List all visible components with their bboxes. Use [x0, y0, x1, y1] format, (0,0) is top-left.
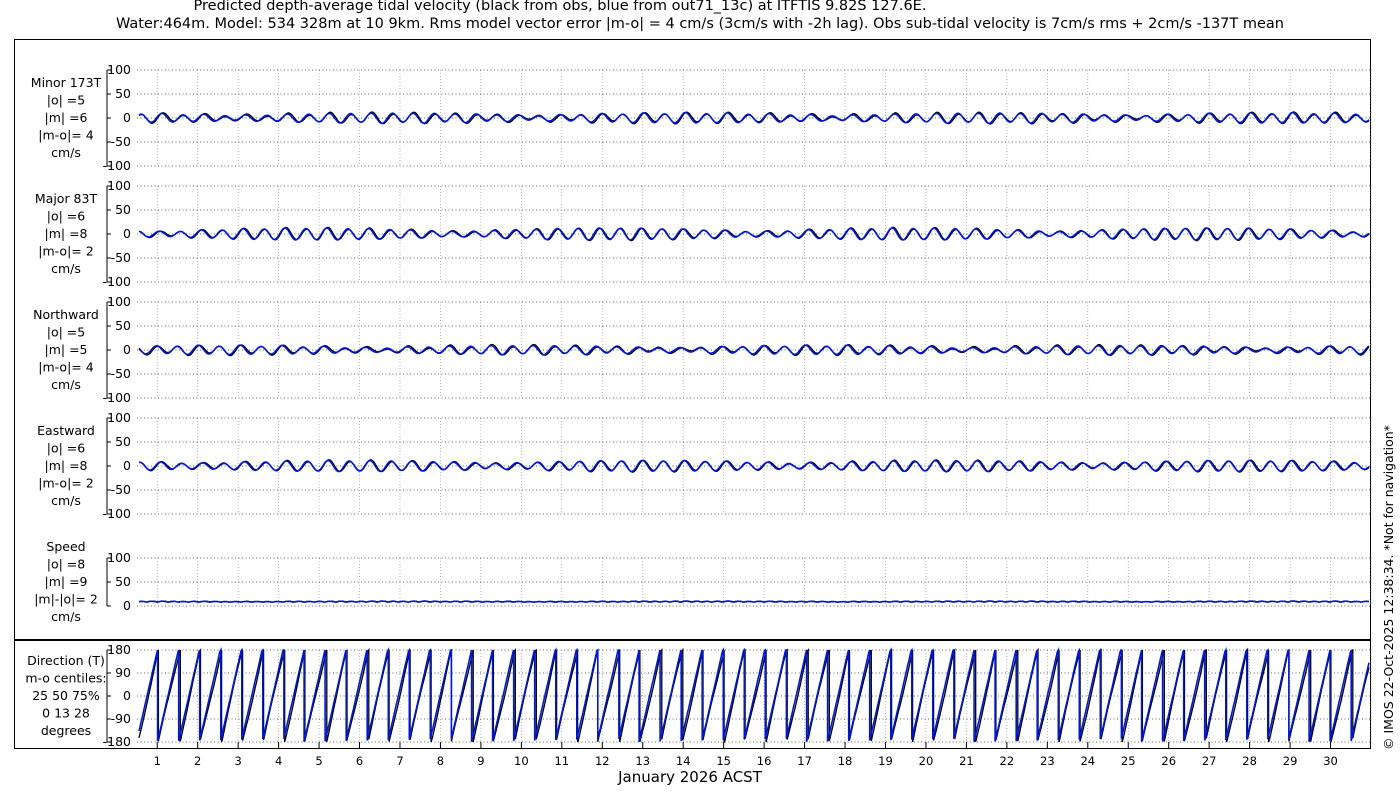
- panel-label-line: |m| =8: [45, 226, 88, 241]
- x-tick-label: 30: [1323, 754, 1338, 768]
- panel-label-line: cm/s: [51, 145, 81, 160]
- y-tick-label: 50: [115, 202, 131, 217]
- y-tick-label: 50: [115, 574, 131, 589]
- y-tick-label: 0: [123, 226, 131, 241]
- panel-label-line: cm/s: [51, 377, 81, 392]
- y-tick-label: 50: [115, 318, 131, 333]
- x-tick-label: 5: [315, 754, 322, 768]
- panel-label-line: cm/s: [51, 493, 81, 508]
- x-tick-label: 11: [554, 754, 569, 768]
- x-tick-label: 14: [676, 754, 691, 768]
- panel-label-line: |o| =6: [47, 440, 86, 455]
- x-tick-label: 26: [1161, 754, 1176, 768]
- x-tick-label: 9: [477, 754, 484, 768]
- x-tick-label: 17: [797, 754, 812, 768]
- panel-label-line: |o| =6: [47, 208, 86, 223]
- x-tick-label: 25: [1121, 754, 1136, 768]
- panel-label-line: 0 13 28: [42, 706, 90, 721]
- x-tick-label: 7: [396, 754, 403, 768]
- x-tick-label: 10: [514, 754, 529, 768]
- panel-label-line: |o| =5: [47, 324, 85, 339]
- panel-label-line: |m|-|o|= 2: [34, 592, 98, 607]
- panel-label-line: Direction (T): [27, 653, 105, 668]
- panel-label-line: Northward: [33, 307, 99, 322]
- y-tick-label: 180: [107, 642, 131, 657]
- panel-label-line: |m| =6: [45, 110, 88, 125]
- x-tick-label: 6: [356, 754, 363, 768]
- y-tick-label: 0: [123, 688, 131, 703]
- panel-label-line: Minor 173T: [31, 75, 102, 90]
- panel-label-line: Speed: [46, 539, 85, 554]
- y-tick-label: -50: [111, 250, 131, 265]
- tidal-velocity-chart: 100500-50-100Minor 173T|o| =5|m| =6|m-o|…: [14, 62, 1372, 768]
- x-tick-label: 4: [275, 754, 282, 768]
- y-tick-label: 50: [115, 434, 131, 449]
- x-tick-label: 20: [919, 754, 934, 768]
- panel-label-line: |m-o|= 4: [38, 360, 93, 375]
- x-tick-label: 21: [959, 754, 974, 768]
- x-tick-label: 1: [154, 754, 161, 768]
- panel-label-line: Eastward: [37, 423, 95, 438]
- x-tick-label: 22: [1000, 754, 1015, 768]
- panel-label-line: |m| =8: [45, 458, 88, 473]
- panel-label-line: cm/s: [51, 261, 81, 276]
- x-tick-label: 13: [635, 754, 650, 768]
- y-tick-label: 100: [107, 410, 131, 425]
- y-tick-label: 100: [107, 550, 131, 565]
- y-tick-label: 50: [115, 86, 131, 101]
- x-tick-label: 27: [1202, 754, 1217, 768]
- panel-label-line: 25 50 75%: [32, 688, 100, 703]
- model-series-line: [138, 600, 1370, 604]
- x-tick-label: 28: [1242, 754, 1257, 768]
- panel-label-line: |m| =5: [45, 342, 88, 357]
- y-tick-label: -90: [111, 711, 131, 726]
- panel-label-line: |m-o|= 4: [38, 128, 93, 143]
- x-tick-label: 8: [437, 754, 444, 768]
- x-tick-label: 18: [838, 754, 853, 768]
- y-tick-label: 100: [107, 294, 131, 309]
- x-tick-label: 29: [1283, 754, 1298, 768]
- panel-label-line: |o| =8: [47, 556, 86, 571]
- x-tick-label: 3: [234, 754, 241, 768]
- y-tick-label: 0: [123, 598, 131, 613]
- x-tick-label: 12: [595, 754, 610, 768]
- panel-label-line: degrees: [41, 723, 91, 738]
- panel-label-line: |m| =9: [45, 574, 88, 589]
- panel-label-line: |m-o|= 2: [38, 244, 93, 259]
- panel-label-line: cm/s: [51, 609, 81, 624]
- y-tick-label: -50: [111, 482, 131, 497]
- y-tick-label: 0: [123, 458, 131, 473]
- y-tick-label: 0: [123, 110, 131, 125]
- x-tick-label: 24: [1080, 754, 1095, 768]
- x-tick-label: 19: [878, 754, 893, 768]
- panel-label-line: |m-o|= 2: [38, 476, 93, 491]
- y-tick-label: 100: [107, 178, 131, 193]
- x-tick-label: 16: [757, 754, 772, 768]
- x-tick-label: 15: [716, 754, 731, 768]
- panel-label-line: |o| =5: [47, 92, 85, 107]
- y-tick-label: -50: [111, 366, 131, 381]
- x-tick-label: 2: [194, 754, 201, 768]
- y-tick-label: 90: [115, 665, 131, 680]
- panel-label-line: Major 83T: [35, 191, 98, 206]
- y-tick-label: -50: [111, 134, 131, 149]
- x-tick-label: 23: [1040, 754, 1055, 768]
- y-tick-label: 100: [107, 62, 131, 77]
- y-tick-label: 0: [123, 342, 131, 357]
- panel-label-line: m-o centiles:: [25, 670, 106, 685]
